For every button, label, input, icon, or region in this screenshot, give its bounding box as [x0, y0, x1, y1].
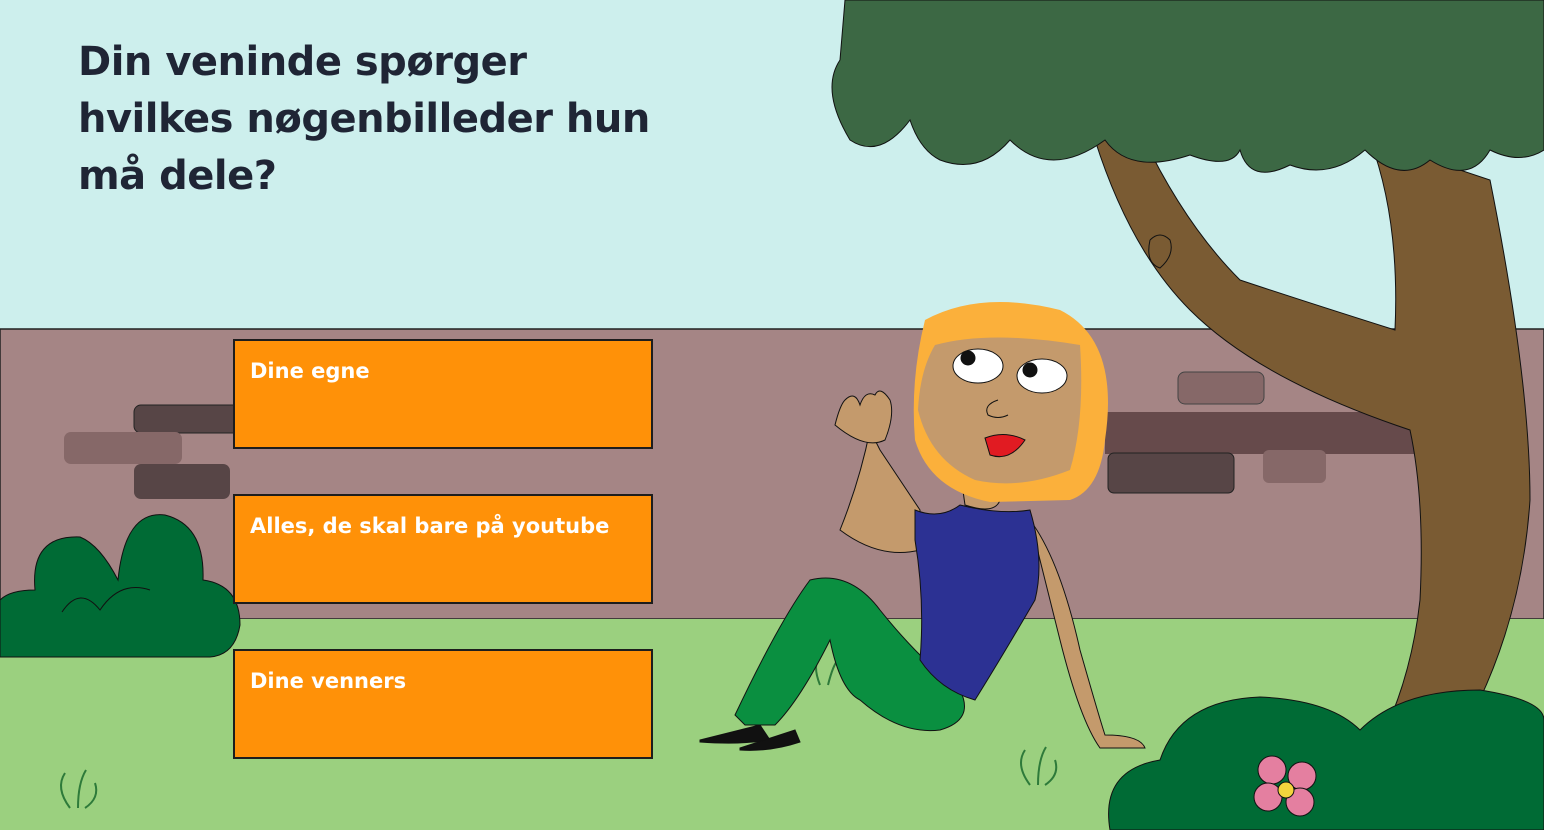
answer-button-2[interactable]: Alles, de skal bare på youtube	[233, 494, 653, 604]
answer-button-1[interactable]: Dine egne	[233, 339, 653, 449]
answer-label: Dine egne	[250, 359, 370, 383]
answer-label: Dine venners	[250, 669, 407, 693]
answer-label: Alles, de skal bare på youtube	[250, 514, 610, 538]
question-title: Din veninde spørger hvilkes nøgenbillede…	[78, 39, 650, 199]
answer-button-3[interactable]: Dine venners	[233, 649, 653, 759]
